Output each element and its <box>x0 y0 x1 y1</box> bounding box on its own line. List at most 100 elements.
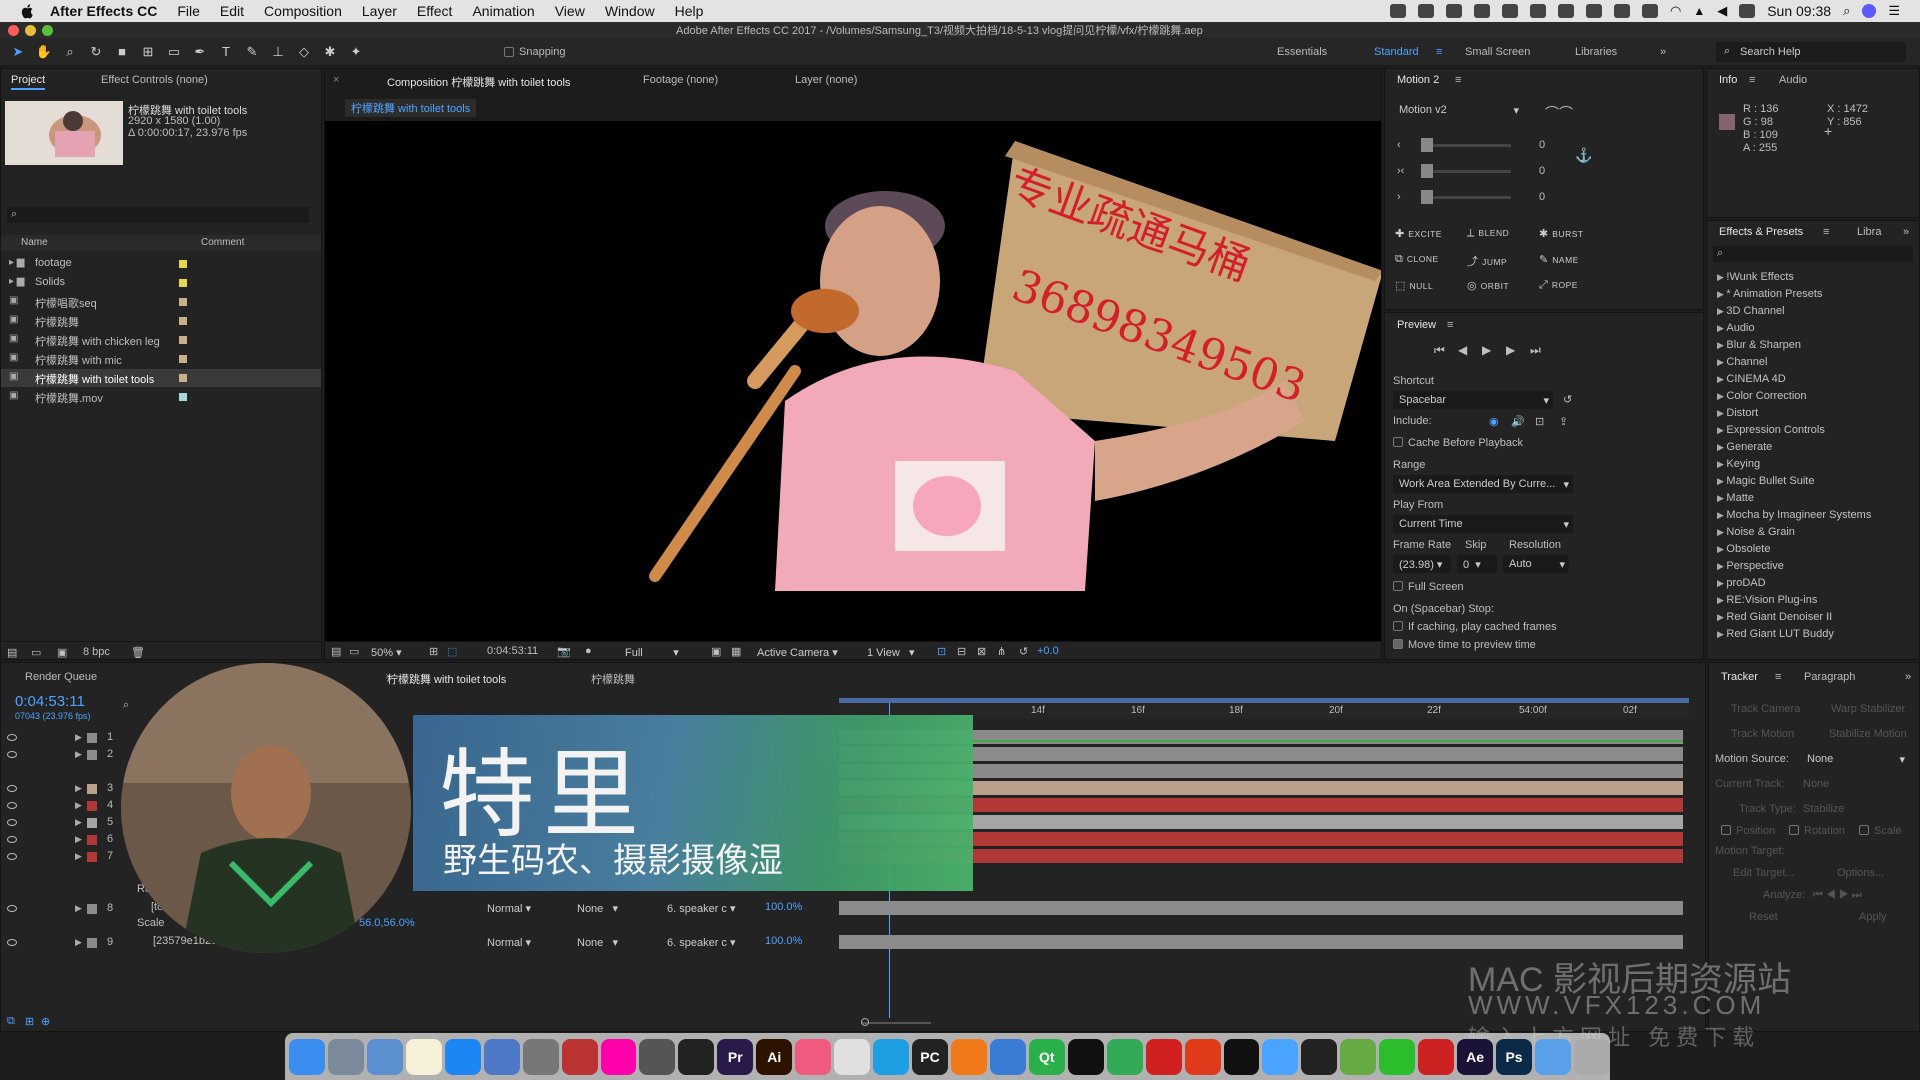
pr-app-icon[interactable]: Pr <box>717 1038 754 1075</box>
motion-panel-title[interactable]: Motion 2 <box>1397 74 1439 86</box>
tab-paragraph[interactable]: Paragraph <box>1804 671 1855 683</box>
sublime-app-icon[interactable] <box>950 1038 987 1075</box>
motion-panel-menu-icon[interactable]: ≡ <box>1455 74 1461 86</box>
previous-frame-icon[interactable]: ◀︎ <box>1458 343 1467 357</box>
disclosure-triangle-icon[interactable]: ▶ <box>1717 340 1726 350</box>
zoom-tool-icon[interactable]: ⌕ <box>62 44 78 60</box>
label-color-swatch[interactable] <box>179 336 187 344</box>
visibility-eye-icon[interactable] <box>7 836 17 843</box>
visibility-eye-icon[interactable] <box>7 751 17 758</box>
work-area-bar[interactable] <box>839 698 1689 703</box>
project-item[interactable]: ▣ 柠檬跳舞 <box>1 312 321 330</box>
qq-browser-app-icon[interactable] <box>873 1038 909 1075</box>
menu-composition[interactable]: Composition <box>264 3 342 19</box>
effects-menu-icon[interactable]: ≡ <box>1823 226 1829 238</box>
motion-null-button[interactable]: ⬚ NULL <box>1395 279 1433 292</box>
disclosure-triangle-icon[interactable]: ▶ <box>1717 476 1726 486</box>
screen-record-icon[interactable] <box>1389 4 1406 18</box>
menu-edit[interactable]: Edit <box>220 3 244 19</box>
ease-out-icon[interactable]: › <box>1397 191 1401 203</box>
effects-category[interactable]: ▶ Color Correction <box>1717 388 1907 405</box>
motion-excite-button[interactable]: ✚ EXCITE <box>1395 227 1442 240</box>
if-caching-option[interactable]: If caching, play cached frames <box>1393 621 1557 633</box>
ae-app-icon[interactable]: Ae <box>1457 1038 1494 1075</box>
layer-expand-icon[interactable]: ▶ <box>75 903 82 914</box>
reset-button[interactable]: Reset <box>1749 911 1778 923</box>
tab-project[interactable]: Project <box>11 74 46 90</box>
frame-rate-dropdown[interactable]: (23.98) ▾ <box>1393 555 1451 573</box>
visibility-eye-icon[interactable] <box>7 819 17 826</box>
menu-app-name[interactable]: After Effects CC <box>50 3 157 19</box>
timeline-zoom-handle[interactable] <box>861 1018 869 1026</box>
disclosure-triangle-icon[interactable]: ▶ <box>1717 459 1726 469</box>
layer-switches-icon[interactable]: ⧉ <box>7 1015 15 1028</box>
clone-stamp-tool-icon[interactable]: ⊥ <box>270 44 286 60</box>
menu-layer[interactable]: Layer <box>362 3 397 19</box>
layer-8-parent[interactable]: 6. speaker c ▾ <box>661 899 751 917</box>
bpc-label[interactable]: 8 bpc <box>83 646 110 658</box>
fit-icon[interactable]: ⊞ <box>429 645 438 658</box>
effects-category[interactable]: ▶ * Animation Presets <box>1717 286 1907 303</box>
new-folder-icon[interactable]: ▭ <box>31 646 41 659</box>
layer-label-color[interactable] <box>87 835 97 845</box>
transfer-controls-icon[interactable]: ⊞ <box>25 1015 34 1028</box>
snapping-checkbox[interactable] <box>504 46 514 57</box>
folder-app-icon[interactable] <box>1535 1038 1571 1075</box>
shortcut-dropdown[interactable]: Spacebar ▾ <box>1393 391 1553 409</box>
disclosure-triangle-icon[interactable]: ▶ <box>1717 561 1726 571</box>
disclosure-triangle-icon[interactable]: ▶ <box>1717 425 1726 435</box>
timeline-search-icon[interactable]: ⌕ <box>123 699 129 712</box>
move-time-option[interactable]: Move time to preview time <box>1393 639 1536 651</box>
disclosure-triangle-icon[interactable]: ▶ <box>1717 442 1726 452</box>
effects-search-field[interactable]: ⌕ <box>1713 246 1913 262</box>
project-item[interactable]: ▸ ▆ Solids <box>1 274 321 292</box>
layer-bar-9[interactable] <box>839 935 1683 949</box>
effects-category[interactable]: ▶ Obsolete <box>1717 541 1907 558</box>
project-item[interactable]: ▣ 柠檬唱歌seq <box>1 293 321 311</box>
layer-expand-icon[interactable]: ▶ <box>75 732 82 743</box>
disclosure-triangle-icon[interactable]: ▶ <box>1717 595 1726 605</box>
visibility-eye-icon[interactable] <box>7 939 17 946</box>
visibility-eye-icon[interactable] <box>7 734 17 741</box>
stabilize-motion-button[interactable]: Stabilize Motion <box>1829 728 1907 740</box>
motion-graph-icon[interactable]: ⌒⌒ <box>1545 103 1573 123</box>
in-out-icon[interactable]: ⊕ <box>41 1015 50 1028</box>
mail-app-icon[interactable] <box>366 1038 403 1075</box>
project-item[interactable]: ▣ 柠檬跳舞 with toilet tools <box>1 369 321 387</box>
effects-category[interactable]: ▶ Blur & Sharpen <box>1717 337 1907 354</box>
resolution-preview-dropdown[interactable]: Auto ▾ <box>1503 555 1569 573</box>
include-audio-icon[interactable]: 🔊 <box>1511 415 1525 428</box>
tab-tracker[interactable]: Tracker <box>1721 671 1758 683</box>
slider-3-value[interactable]: 0 <box>1539 191 1545 203</box>
effects-category[interactable]: ▶ Generate <box>1717 439 1907 456</box>
rotation-option[interactable]: Rotation <box>1789 825 1845 837</box>
close-icon[interactable] <box>8 24 19 36</box>
notes-app-icon[interactable] <box>405 1038 442 1075</box>
layer-label-color[interactable] <box>87 733 97 743</box>
layer-expand-icon[interactable]: ▶ <box>75 851 82 862</box>
last-frame-icon[interactable]: ⏭ <box>1530 343 1541 358</box>
layer-label-color[interactable] <box>87 801 97 811</box>
finder-app-icon[interactable] <box>289 1038 325 1075</box>
airplay-icon[interactable]: ▲ <box>1693 4 1705 18</box>
volume-icon[interactable]: ◀︎ <box>1717 3 1727 19</box>
options-button[interactable]: Options... <box>1837 867 1884 879</box>
comp-breadcrumb[interactable]: 柠檬跳舞 with toilet tools <box>345 99 477 117</box>
label-color-swatch[interactable] <box>179 393 187 401</box>
photos-app-icon[interactable] <box>600 1038 637 1075</box>
project-item[interactable]: ▣ 柠檬跳舞 with mic <box>1 350 321 368</box>
new-comp-icon[interactable]: ▣ <box>57 646 67 659</box>
visibility-eye-icon[interactable] <box>7 802 17 809</box>
selection-tool-icon[interactable]: ➤ <box>10 44 26 60</box>
label-color-swatch[interactable] <box>179 260 187 268</box>
activity-app-icon[interactable] <box>1301 1038 1338 1075</box>
move-time-checkbox[interactable] <box>1393 639 1403 649</box>
effects-overflow-icon[interactable]: » <box>1903 226 1909 238</box>
tab-render-queue[interactable]: Render Queue <box>25 671 97 683</box>
tab-audio[interactable]: Audio <box>1779 74 1807 86</box>
layer-bar-8[interactable] <box>839 901 1683 915</box>
first-frame-icon[interactable]: ⏮ <box>1434 343 1445 358</box>
tab-layer[interactable]: Layer (none) <box>795 74 857 86</box>
wechat-app-icon[interactable] <box>1379 1038 1416 1075</box>
disclosure-triangle-icon[interactable]: ▶ <box>1717 612 1726 622</box>
